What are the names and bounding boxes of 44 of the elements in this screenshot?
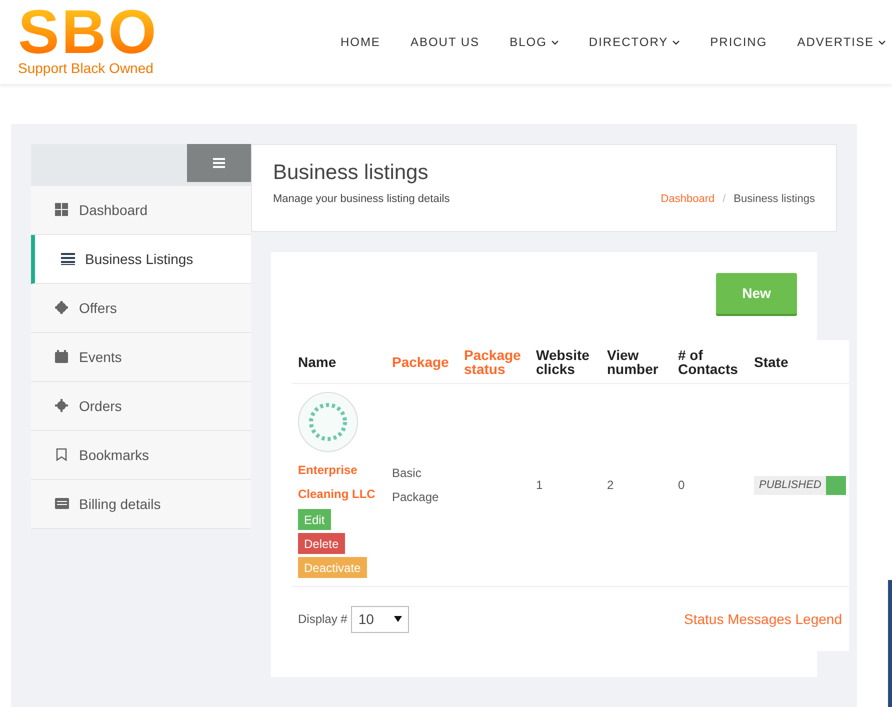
nav-link[interactable]: HOME xyxy=(340,33,380,51)
sidebar-item[interactable]: Bookmarks xyxy=(31,431,251,480)
column-header: View number xyxy=(606,348,660,376)
sidebar-item[interactable]: Billing details xyxy=(31,480,251,529)
delete-button[interactable]: Delete xyxy=(298,533,345,554)
sidebar-item[interactable]: Business Listings xyxy=(31,235,251,284)
caret-icon xyxy=(394,616,402,622)
logo-tagline: Support Black Owned xyxy=(18,59,154,77)
menu-toggle-button[interactable] xyxy=(187,144,251,182)
nav-link[interactable]: ABOUT US xyxy=(410,33,480,51)
list-icon xyxy=(61,252,75,266)
breadcrumb-separator: / xyxy=(722,192,727,207)
card-icon xyxy=(55,497,69,511)
bookmark-icon xyxy=(55,448,69,462)
column-header: State xyxy=(753,354,790,368)
calendar-icon xyxy=(55,350,69,364)
nav-link[interactable]: PRICING xyxy=(710,33,768,51)
menu-icon xyxy=(213,158,225,168)
sidebar-item[interactable]: Orders xyxy=(31,382,251,431)
state-label: PUBLISHED xyxy=(754,476,826,494)
table-cell-text: 1 xyxy=(535,477,544,494)
breadcrumb-current: Business listings xyxy=(734,192,815,207)
page-subtitle: Manage your business listing details xyxy=(273,192,450,207)
table-cell-text: 2 xyxy=(606,477,615,494)
sidebar-item[interactable]: Offers xyxy=(31,284,251,333)
badge-icon xyxy=(55,301,69,315)
table-cell-text: 0 xyxy=(677,477,686,494)
table-cell-text: Basic Package xyxy=(391,465,440,506)
column-header: Website clicks xyxy=(535,348,590,376)
state-toggle[interactable] xyxy=(826,476,846,494)
page-title: Business listings xyxy=(273,160,430,186)
nav-link[interactable]: DIRECTORY xyxy=(588,33,680,51)
display-label: Display # xyxy=(298,611,348,628)
column-header: # of Contacts xyxy=(677,348,739,376)
grid-icon xyxy=(55,203,69,217)
chevron-down-icon xyxy=(878,40,886,44)
chevron-down-icon xyxy=(550,40,559,44)
chevron-down-icon xyxy=(672,40,680,44)
nav-link[interactable]: BLOG xyxy=(510,33,559,51)
column-header: Name xyxy=(297,354,338,368)
nav-link[interactable]: ADVERTISE xyxy=(797,33,886,51)
sidebar-item[interactable]: Dashboard xyxy=(31,186,251,235)
sidebar-item[interactable]: Events xyxy=(31,333,251,382)
display-count-select[interactable]: 10 xyxy=(351,606,410,632)
